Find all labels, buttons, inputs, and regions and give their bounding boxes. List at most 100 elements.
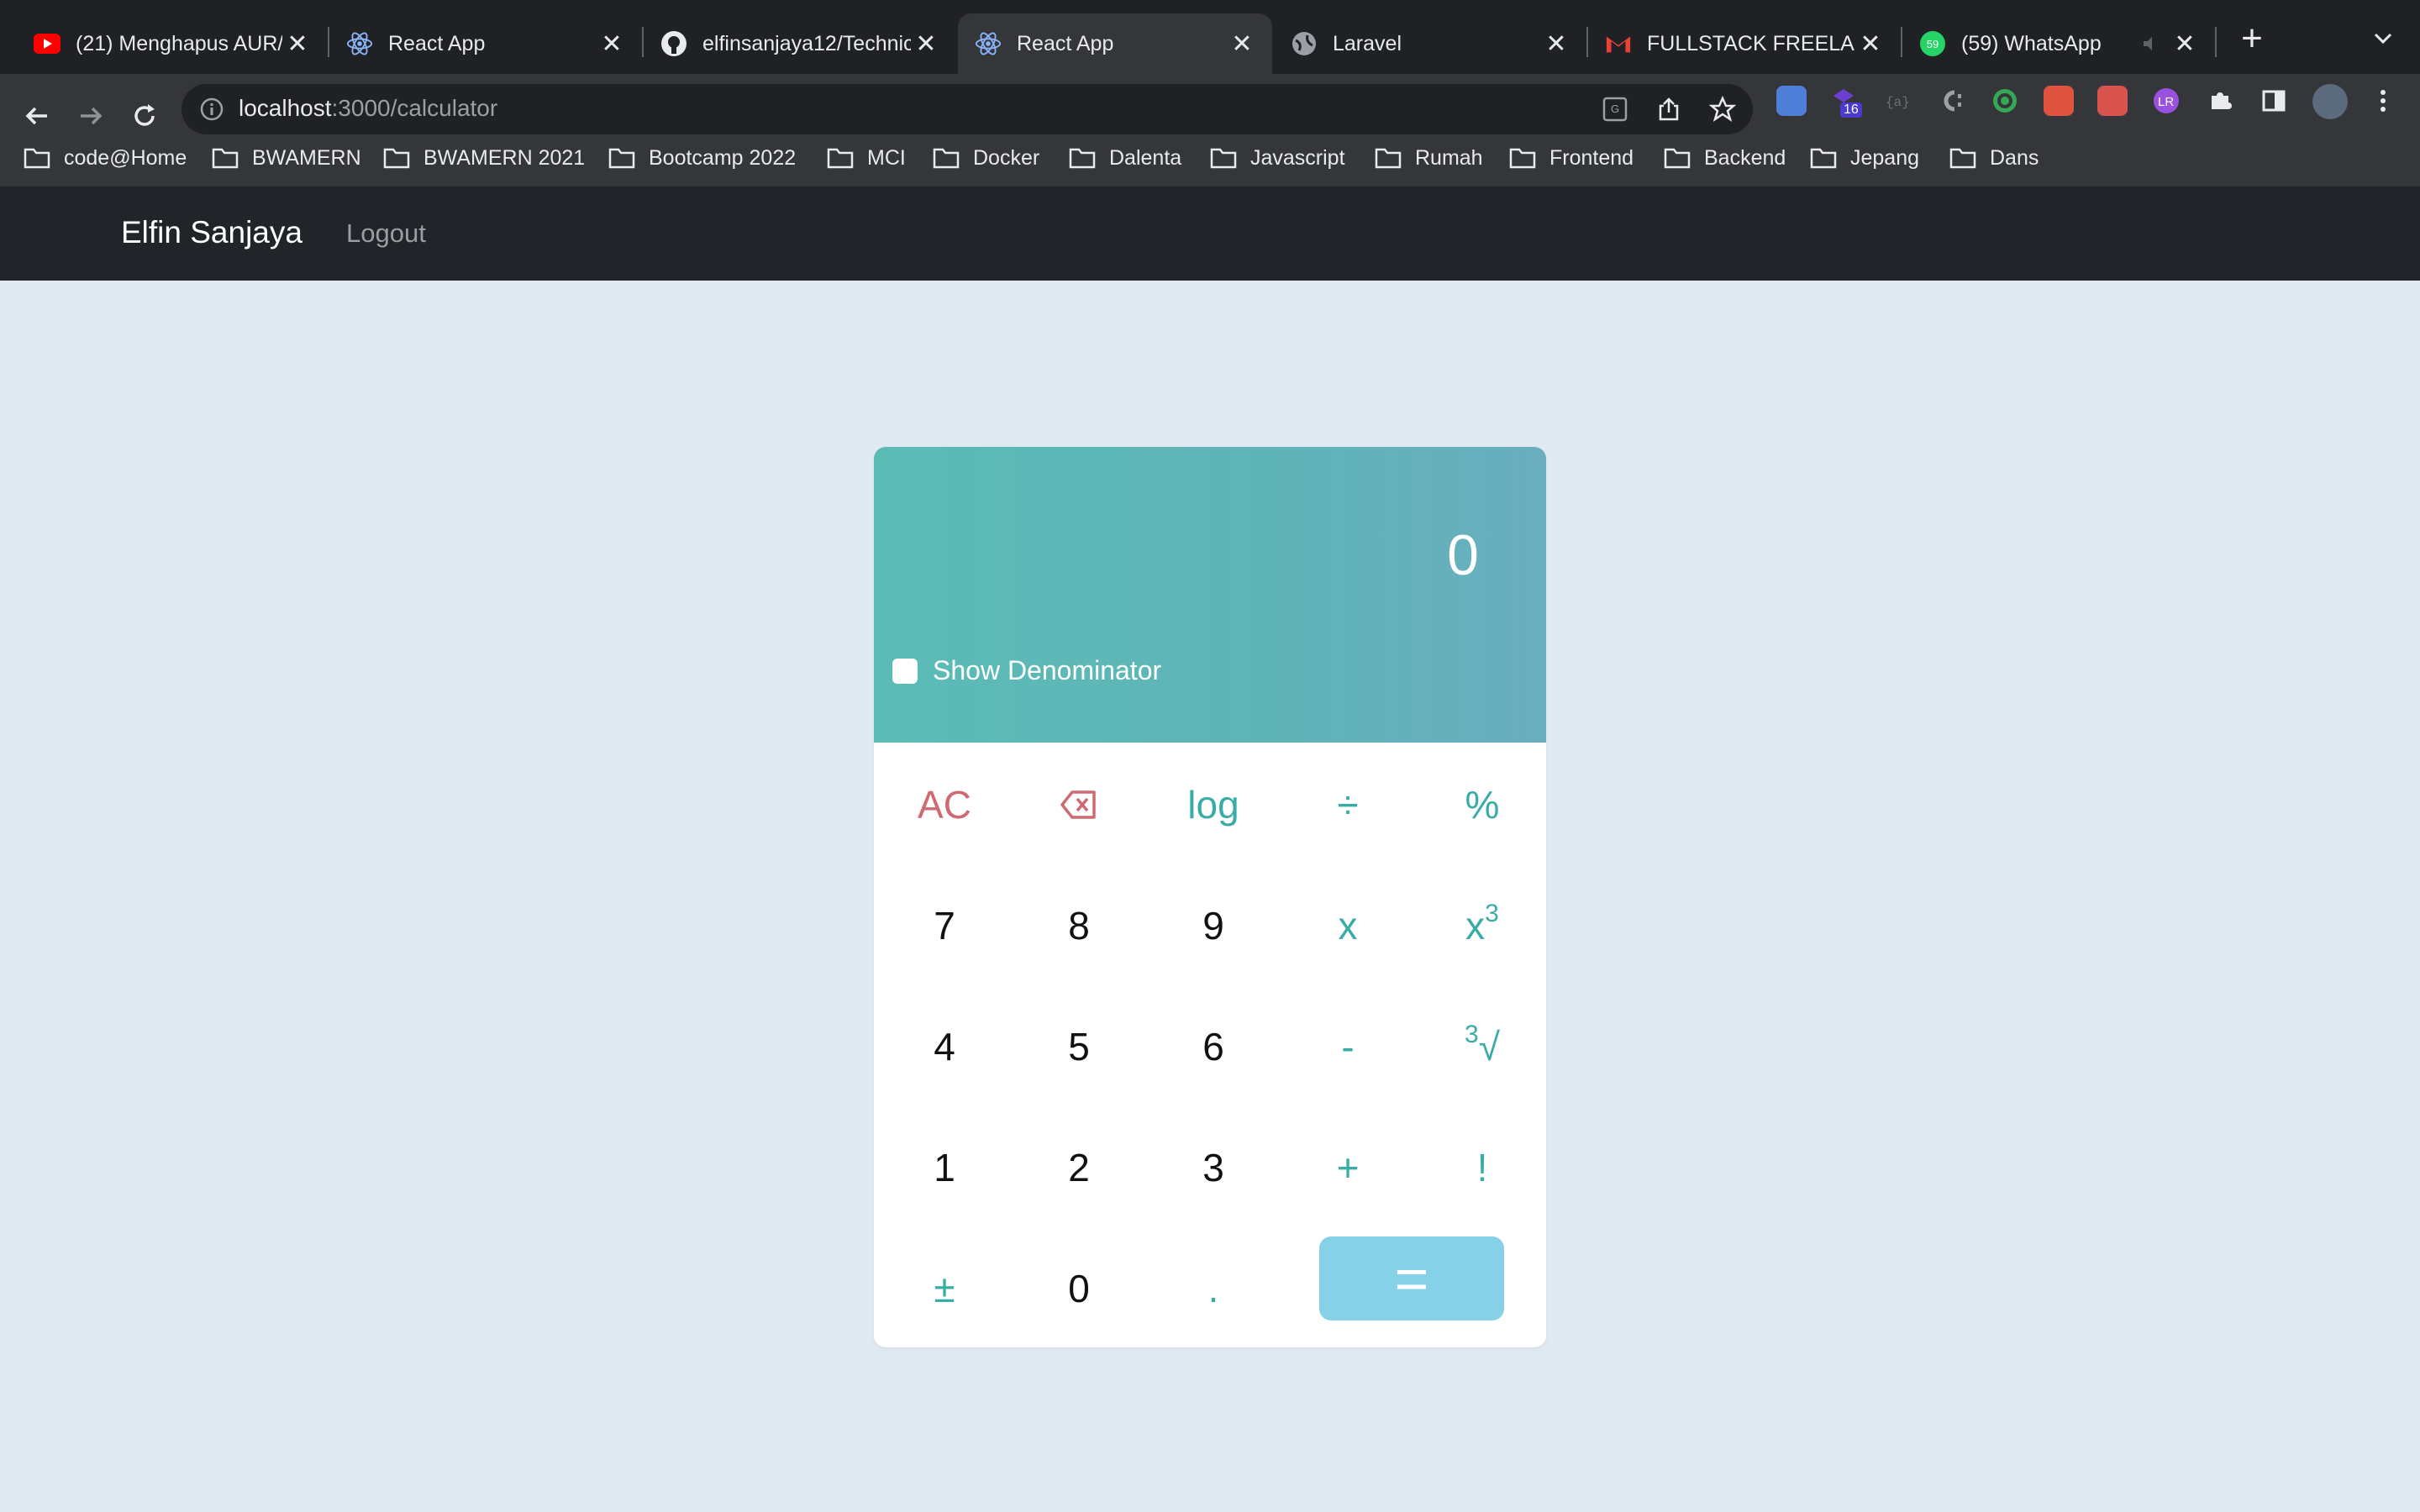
svg-text:G: G bbox=[1611, 102, 1619, 115]
svg-text:59: 59 bbox=[1927, 38, 1939, 50]
tab-react-app-active[interactable]: React App ✕ bbox=[958, 13, 1272, 74]
digit-6-button[interactable]: 6 bbox=[1146, 1005, 1281, 1089]
bookmark-folder[interactable]: Dalenta bbox=[1069, 141, 1181, 175]
divide-button[interactable]: ÷ bbox=[1281, 763, 1415, 847]
folder-icon bbox=[1375, 148, 1402, 169]
digit-1-button[interactable]: 1 bbox=[877, 1126, 1012, 1210]
mute-icon[interactable] bbox=[2141, 30, 2161, 57]
folder-icon bbox=[1664, 148, 1691, 169]
bookmark-folder[interactable]: Frontend bbox=[1509, 141, 1634, 175]
side-panel-icon[interactable] bbox=[2259, 86, 2289, 116]
backspace-button[interactable] bbox=[1012, 763, 1146, 847]
digit-2-button[interactable]: 2 bbox=[1012, 1126, 1146, 1210]
google-translate-extension-icon[interactable] bbox=[1776, 86, 1807, 116]
wappalyzer-extension-icon[interactable] bbox=[2044, 86, 2074, 116]
logout-link[interactable]: Logout bbox=[346, 218, 426, 249]
bookmark-folder[interactable]: Jepang bbox=[1810, 141, 1919, 175]
tab-github[interactable]: elfinsanjaya12/Technic ✕ bbox=[644, 13, 956, 74]
show-denominator-toggle[interactable]: Show Denominator bbox=[892, 655, 1161, 686]
json-extension-icon[interactable]: {a} bbox=[1882, 86, 1912, 116]
close-icon[interactable]: ✕ bbox=[1227, 29, 1257, 59]
back-arrow-icon[interactable] bbox=[18, 97, 55, 134]
bookmark-folder[interactable]: BWAMERN 2021 bbox=[383, 141, 585, 175]
bookmark-folder[interactable]: Dans bbox=[1949, 141, 2039, 175]
translate-icon[interactable]: G bbox=[1602, 96, 1628, 123]
close-icon[interactable]: ✕ bbox=[2170, 29, 2200, 59]
digit-7-button[interactable]: 7 bbox=[877, 884, 1012, 968]
digit-9-button[interactable]: 9 bbox=[1146, 884, 1281, 968]
digit-3-button[interactable]: 3 bbox=[1146, 1126, 1281, 1210]
extension-badge-icon[interactable]: 16 bbox=[1828, 86, 1862, 118]
digit-5-button[interactable]: 5 bbox=[1012, 1005, 1146, 1089]
digit-8-button[interactable]: 8 bbox=[1012, 884, 1146, 968]
bookmark-folder[interactable]: BWAMERN bbox=[212, 141, 361, 175]
bookmark-folder[interactable]: MCI bbox=[827, 141, 906, 175]
tab-title: elfinsanjaya12/Technic bbox=[702, 31, 911, 55]
cube-button[interactable]: x3 bbox=[1415, 884, 1546, 968]
calculator-display: 0 Show Denominator bbox=[874, 447, 1546, 743]
decimal-button[interactable]: . bbox=[1146, 1247, 1281, 1331]
tab-react-app[interactable]: React App ✕ bbox=[329, 13, 642, 74]
denominator-label: Show Denominator bbox=[933, 655, 1162, 685]
puzzle-extensions-icon[interactable] bbox=[2205, 86, 2235, 116]
tab-whatsapp[interactable]: 59 (59) WhatsApp ✕ bbox=[1902, 13, 2215, 74]
address-bar[interactable]: localhost:3000/calculator G bbox=[182, 84, 1753, 134]
tab-youtube[interactable]: (21) Menghapus AUR/ ✕ bbox=[0, 13, 328, 74]
factorial-button[interactable]: ! bbox=[1415, 1126, 1546, 1210]
whatsapp-icon: 59 bbox=[1919, 30, 1946, 57]
add-button[interactable]: + bbox=[1281, 1126, 1415, 1210]
tab-title: FULLSTACK FREELAN bbox=[1647, 31, 1855, 55]
tab-title: Laravel bbox=[1333, 31, 1402, 55]
site-info-icon[interactable] bbox=[198, 96, 225, 123]
profile-avatar[interactable] bbox=[2312, 84, 2348, 119]
calendar-extension-icon[interactable] bbox=[2097, 86, 2128, 116]
gmail-icon bbox=[1605, 30, 1632, 57]
react-icon bbox=[346, 30, 373, 57]
code-extension-icon[interactable] bbox=[1936, 86, 1966, 116]
folder-icon bbox=[1949, 148, 1976, 169]
close-icon[interactable]: ✕ bbox=[1855, 29, 1886, 59]
forward-arrow-icon[interactable] bbox=[72, 97, 109, 134]
url-text[interactable]: localhost:3000/calculator bbox=[239, 95, 497, 122]
tab-strip: (21) Menghapus AUR/ ✕ React App ✕ elfins… bbox=[0, 0, 2420, 74]
target-extension-icon[interactable] bbox=[1990, 86, 2020, 116]
equals-button[interactable]: = bbox=[1319, 1236, 1504, 1320]
folder-icon bbox=[608, 148, 635, 169]
close-icon[interactable]: ✕ bbox=[597, 29, 627, 59]
subtract-button[interactable]: - bbox=[1281, 1005, 1415, 1089]
bookmark-folder[interactable]: code@Home bbox=[24, 141, 187, 175]
kebab-menu-icon[interactable] bbox=[2368, 86, 2398, 116]
digit-0-button[interactable]: 0 bbox=[1012, 1247, 1146, 1331]
tab-title: (59) WhatsApp bbox=[1961, 31, 2102, 55]
new-tab-button[interactable]: + bbox=[2233, 20, 2270, 59]
tab-title: React App bbox=[388, 31, 486, 55]
folder-icon bbox=[212, 148, 239, 169]
multiply-button[interactable]: x bbox=[1281, 884, 1415, 968]
clear-all-button[interactable]: AC bbox=[877, 763, 1012, 847]
extension-count-badge: 16 bbox=[1840, 102, 1862, 118]
percent-button[interactable]: % bbox=[1415, 763, 1546, 847]
cube-root-button[interactable]: 3 √ bbox=[1415, 1005, 1546, 1089]
close-icon[interactable]: ✕ bbox=[282, 29, 313, 59]
tab-search-chevron-icon[interactable] bbox=[2368, 24, 2398, 54]
bookmark-folder[interactable]: Docker bbox=[933, 141, 1039, 175]
digit-4-button[interactable]: 4 bbox=[877, 1005, 1012, 1089]
tab-divider bbox=[2215, 27, 2217, 57]
bookmark-folder[interactable]: Bootcamp 2022 bbox=[608, 141, 796, 175]
bookmark-folder[interactable]: Rumah bbox=[1375, 141, 1483, 175]
close-icon[interactable]: ✕ bbox=[1541, 29, 1571, 59]
folder-icon bbox=[827, 148, 854, 169]
bookmark-star-icon[interactable] bbox=[1708, 95, 1737, 123]
log-button[interactable]: log bbox=[1146, 763, 1281, 847]
navbar-brand[interactable]: Elfin Sanjaya bbox=[121, 215, 302, 250]
bookmark-folder[interactable]: Javascript bbox=[1210, 141, 1345, 175]
plus-minus-button[interactable]: ± bbox=[877, 1247, 1012, 1331]
reload-icon[interactable] bbox=[126, 97, 163, 134]
bookmark-folder[interactable]: Backend bbox=[1664, 141, 1786, 175]
tab-gmail[interactable]: FULLSTACK FREELAN ✕ bbox=[1588, 13, 1901, 74]
close-icon[interactable]: ✕ bbox=[911, 29, 941, 59]
share-icon[interactable] bbox=[1655, 96, 1682, 123]
profile-extension-icon[interactable]: LR bbox=[2151, 86, 2181, 116]
denominator-checkbox[interactable] bbox=[892, 658, 918, 684]
tab-laravel[interactable]: Laravel ✕ bbox=[1274, 13, 1586, 74]
